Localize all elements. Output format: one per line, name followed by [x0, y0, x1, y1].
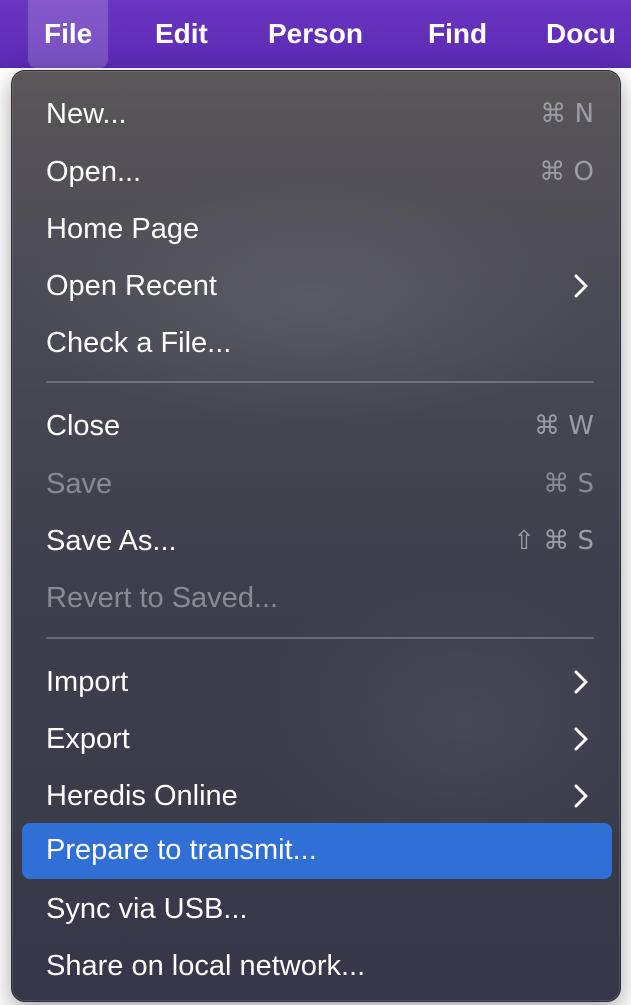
- menu-item-label: Revert to Saved...: [46, 582, 279, 614]
- screen: File Edit Person Find Docu New... ⌘ N Op…: [0, 0, 631, 1005]
- menu-item-open-recent[interactable]: Open Recent: [22, 259, 612, 313]
- menu-edit[interactable]: Edit: [155, 0, 208, 68]
- menu-item-close[interactable]: Close ⌘ W: [22, 399, 612, 453]
- menu-bar: File Edit Person Find Docu: [0, 0, 631, 68]
- menu-item-label: New...: [46, 98, 127, 130]
- menu-item-open[interactable]: Open... ⌘ O: [22, 145, 612, 199]
- menu-item-share-local-network[interactable]: Share on local network...: [22, 939, 612, 993]
- menu-item-check-file[interactable]: Check a File...: [22, 316, 612, 370]
- menu-item-label: Heredis Online: [46, 780, 238, 812]
- file-menu-dropdown: New... ⌘ N Open... ⌘ O Home Page Open Re…: [11, 70, 621, 1002]
- menu-item-home-page[interactable]: Home Page: [22, 202, 612, 256]
- menu-item-revert-to-saved: Revert to Saved...: [22, 571, 612, 625]
- menu-item-label: Close: [46, 410, 121, 442]
- menu-item-export[interactable]: Export: [22, 712, 612, 766]
- menu-item-label: Save: [46, 468, 113, 500]
- menu-item-sync-via-usb[interactable]: Sync via USB...: [22, 882, 612, 936]
- menu-item-save: Save ⌘ S: [22, 457, 612, 511]
- menu-item-label: Save As...: [46, 525, 177, 557]
- menu-person[interactable]: Person: [268, 0, 363, 68]
- shortcut-cmd-o: ⌘ O: [539, 157, 594, 187]
- shortcut-cmd-n: ⌘ N: [540, 99, 594, 129]
- menu-item-label: Open Recent: [46, 270, 217, 302]
- menu-item-label: Home Page: [46, 213, 200, 245]
- shortcut-shift-cmd-s: ⇧ ⌘ S: [513, 526, 594, 556]
- menu-item-label: Sync via USB...: [46, 893, 248, 925]
- menu-item-label: Prepare to transmit...: [46, 834, 317, 866]
- menu-separator: [46, 637, 594, 639]
- menu-item-heredis-online[interactable]: Heredis Online: [22, 769, 612, 823]
- menu-item-prepare-to-transmit[interactable]: Prepare to transmit...: [22, 823, 612, 879]
- chevron-right-icon: [574, 727, 588, 751]
- menu-item-label: Open...: [46, 156, 142, 188]
- menu-item-import[interactable]: Import: [22, 655, 612, 709]
- chevron-right-icon: [574, 784, 588, 808]
- menu-item-save-as[interactable]: Save As... ⇧ ⌘ S: [22, 514, 612, 568]
- menu-file[interactable]: File: [28, 0, 109, 68]
- menu-document[interactable]: Docu: [546, 0, 616, 68]
- menu-item-label: Export: [46, 723, 130, 755]
- menu-item-label: Check a File...: [46, 327, 232, 359]
- menu-item-label: Share on local network...: [46, 950, 366, 982]
- shortcut-cmd-s: ⌘ S: [543, 469, 594, 499]
- chevron-right-icon: [574, 670, 588, 694]
- menu-find[interactable]: Find: [428, 0, 487, 68]
- chevron-right-icon: [574, 274, 588, 298]
- shortcut-cmd-w: ⌘ W: [534, 411, 594, 441]
- menu-separator: [46, 381, 594, 383]
- menu-item-new[interactable]: New... ⌘ N: [22, 87, 612, 141]
- menu-item-label: Import: [46, 666, 129, 698]
